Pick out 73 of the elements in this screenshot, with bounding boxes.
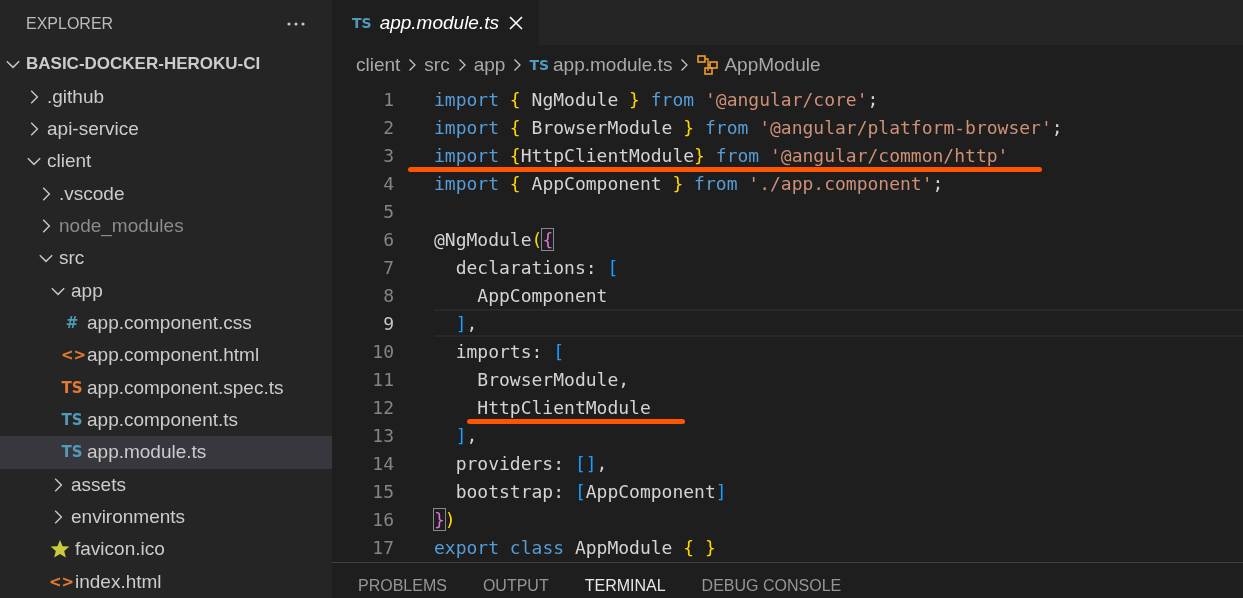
folder-item[interactable]: .vscode	[0, 177, 332, 210]
code-line: ],	[454, 423, 479, 448]
line-number: 16	[371, 508, 394, 530]
close-icon[interactable]	[507, 13, 525, 32]
editor-tab[interactable]: TS app.module.ts	[332, 0, 539, 45]
line-number: 10	[371, 340, 394, 362]
folder-item[interactable]: assets	[0, 468, 332, 501]
code-line: AppComponent	[476, 283, 609, 308]
line-number: 2	[382, 116, 394, 138]
panel-tab[interactable]: DEBUG CONSOLE	[701, 576, 842, 595]
line-number: 13	[371, 424, 394, 446]
folder-item[interactable]: app	[0, 274, 332, 307]
file-item[interactable]: TS app.module.ts	[0, 436, 332, 469]
panel-tab[interactable]: PROBLEMS	[358, 576, 447, 595]
breadcrumb-item[interactable]: AppModule	[724, 54, 821, 76]
more-icon[interactable]	[286, 21, 306, 27]
breadcrumb-item[interactable]: src	[424, 54, 450, 76]
file-item[interactable]: <>index.html	[0, 565, 332, 598]
line-number: 8	[382, 284, 394, 306]
file-type-icon: <>	[49, 572, 71, 591]
code-line: bootstrap: [AppComponent]	[454, 479, 728, 504]
code-line: @NgModule({	[434, 227, 555, 252]
class-symbol-icon	[696, 54, 721, 76]
folder-item[interactable]: client	[0, 145, 332, 178]
folder-item[interactable]: environments	[0, 500, 332, 534]
file-item[interactable]: TS app.component.spec.ts	[0, 371, 332, 404]
line-number: 11	[371, 368, 394, 390]
code-line: HttpClientModule	[434, 393, 1243, 421]
file-item[interactable]: <>app.component.html	[0, 339, 332, 372]
code-line: import {HttpClientModule} from '@angular/common/http'	[434, 141, 1243, 169]
line-number: 7	[382, 256, 394, 278]
file-type-icon: TS	[61, 411, 83, 429]
file-item[interactable]: TS app.component.ts	[0, 403, 332, 437]
code-line: import { BrowserModule } from '@angular/platform-browser';	[434, 115, 1064, 140]
breadcrumb-item[interactable]: app	[473, 54, 506, 76]
file-type-icon: TS	[352, 14, 372, 31]
code-line: ],	[434, 309, 1243, 337]
line-number: 6	[382, 228, 394, 250]
file-item[interactable]: favicon.ico	[0, 533, 332, 566]
line-number: 14	[371, 452, 394, 474]
panel-tab[interactable]: TERMINAL	[584, 576, 666, 595]
folder-item[interactable]: .github	[0, 80, 332, 113]
line-number: 3	[382, 144, 394, 166]
code-line: providers: [],	[454, 451, 609, 476]
line-number: 4	[382, 172, 394, 194]
breadcrumb-item[interactable]: client	[356, 54, 401, 76]
file-type-icon: #	[61, 313, 83, 332]
line-number: 15	[371, 480, 394, 502]
code-line: imports: [	[454, 339, 566, 364]
breadcrumb-item[interactable]: app.module.ts	[553, 54, 673, 76]
explorer-title: EXPLORER	[26, 15, 114, 33]
file-type-icon: TS	[529, 57, 550, 73]
line-number: 17	[371, 536, 394, 558]
line-number: 12	[371, 396, 394, 418]
line-number: 9	[382, 312, 394, 334]
code-line: BrowserModule,	[476, 367, 631, 392]
file-type-icon: <>	[61, 346, 83, 365]
file-type-icon: TS	[61, 443, 83, 462]
file-item[interactable]: # app.component.css	[0, 306, 332, 340]
code-line: export class AppModule { }	[434, 535, 717, 560]
code-line: declarations: [	[454, 255, 620, 280]
folder-item[interactable]: BASIC-DOCKER-HEROKU-CI	[0, 48, 332, 81]
code-line: import { AppComponent } from './app.component';	[434, 171, 945, 196]
code-line: import { NgModule } from '@angular/core';	[434, 87, 880, 112]
file-type-icon: TS	[61, 378, 83, 397]
line-number: 5	[382, 200, 394, 222]
line-number: 1	[382, 88, 394, 110]
panel-tab[interactable]: OUTPUT	[482, 576, 549, 595]
folder-item[interactable]: src	[0, 242, 332, 275]
star-icon	[49, 539, 71, 560]
code-line: })	[434, 507, 457, 532]
folder-item[interactable]: api-service	[0, 112, 332, 146]
folder-item[interactable]: node_modules	[0, 209, 332, 243]
